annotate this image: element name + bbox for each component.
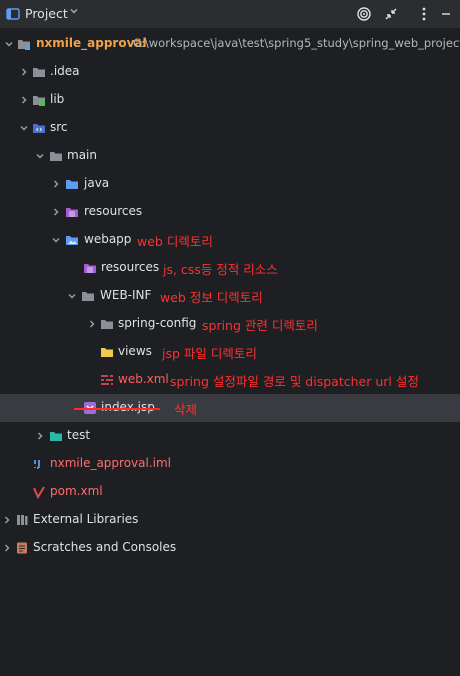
tree-row-pom[interactable]: pom.xml <box>0 478 460 506</box>
resources-folder-icon <box>65 205 79 219</box>
tree-row-external-libraries[interactable]: External Libraries <box>0 506 460 534</box>
tree-label-web-inf: WEB-INF <box>100 288 152 302</box>
tree-label-main: main <box>67 148 97 162</box>
tree-label-webapp-resources: resources <box>101 260 160 274</box>
chevron-right-icon[interactable] <box>1 534 13 562</box>
resources-folder-icon <box>83 261 97 275</box>
tree-row-webapp-resources[interactable]: resources js, css등 정적 리소스 <box>0 254 460 282</box>
tree-label-pom: pom.xml <box>50 484 103 498</box>
annotation-web-inf: web 정보 디렉토리 <box>160 290 263 305</box>
tree-row-web-inf[interactable]: WEB-INF web 정보 디렉토리 <box>0 282 460 310</box>
tree-row-idea[interactable]: .idea <box>0 58 460 86</box>
source-folder-icon <box>65 177 79 191</box>
tree-row-src[interactable]: src <box>0 114 460 142</box>
web-folder-icon <box>65 233 79 247</box>
root-name: nxmile_approval <box>36 36 147 50</box>
tree-label-webapp: webapp <box>84 232 132 246</box>
tree-label-lib: lib <box>50 92 65 106</box>
tree-label-web-xml: web.xml <box>118 372 169 386</box>
maven-file-icon <box>32 485 46 500</box>
chevron-down-icon[interactable] <box>50 226 62 254</box>
folder-icon <box>49 149 63 163</box>
tree-label-iml: nxmile_approval.iml <box>50 456 172 470</box>
root-path: C:\workspace\java\test\spring5_study\spr… <box>133 36 460 50</box>
tree-row-lib[interactable]: lib <box>0 86 460 114</box>
more-options-icon[interactable] <box>414 4 434 24</box>
tree-label-resources: resources <box>84 204 143 218</box>
tree-label-test: test <box>67 428 91 442</box>
project-panel-header: Project <box>0 0 460 28</box>
project-view-icon[interactable] <box>6 7 20 21</box>
tree-row-main[interactable]: main <box>0 142 460 170</box>
folder-icon <box>100 317 114 331</box>
tree-row-root[interactable]: nxmile_approval C:\workspace\java\test\s… <box>0 30 460 58</box>
tree-row-web-xml[interactable]: web.xml spring 설정파일 경로 및 dispatcher url … <box>0 366 460 394</box>
chevron-down-icon[interactable] <box>18 114 30 142</box>
scratches-icon <box>15 541 29 555</box>
strikethrough-line <box>74 408 160 410</box>
folder-icon <box>100 345 114 359</box>
annotation-webapp: web 디렉토리 <box>137 234 213 249</box>
annotation-delete: 삭제 <box>174 402 198 417</box>
tree-label-scratches: Scratches and Consoles <box>33 540 177 554</box>
chevron-right-icon[interactable] <box>50 198 62 226</box>
panel-title[interactable]: Project <box>25 6 68 21</box>
tree-label-idea: .idea <box>50 64 80 78</box>
folder-icon <box>32 65 46 79</box>
chevron-down-icon[interactable] <box>69 6 79 19</box>
chevron-right-icon[interactable] <box>1 506 13 534</box>
annotation-web-xml: spring 설정파일 경로 및 dispatcher url 설정 <box>170 374 419 389</box>
tree-label-src: src <box>50 120 68 134</box>
xml-file-icon <box>100 373 114 387</box>
source-folder-icon <box>32 121 46 135</box>
collapse-all-icon[interactable] <box>381 4 401 24</box>
chevron-right-icon[interactable] <box>86 310 98 338</box>
tree-label-java: java <box>84 176 110 190</box>
annotation-views: jsp 파일 디렉토리 <box>162 346 257 361</box>
tree-label-external-libraries: External Libraries <box>33 512 139 526</box>
library-folder-icon <box>32 93 46 107</box>
tree-row-iml[interactable]: nxmile_approval.iml <box>0 450 460 478</box>
chevron-right-icon[interactable] <box>50 170 62 198</box>
tree-label-spring-config: spring-config <box>118 316 197 330</box>
chevron-right-icon[interactable] <box>34 422 46 450</box>
chevron-down-icon[interactable] <box>66 282 78 310</box>
minimize-icon[interactable] <box>436 4 456 24</box>
tree-row-views[interactable]: views jsp 파일 디렉토리 <box>0 338 460 366</box>
annotation-resources: js, css등 정적 리소스 <box>163 262 278 277</box>
tree-label-views: views <box>118 344 152 358</box>
module-folder-icon <box>17 37 31 51</box>
tree-row-java[interactable]: java <box>0 170 460 198</box>
chevron-down-icon[interactable] <box>34 142 46 170</box>
tree-row-index-jsp[interactable]: index.jsp 삭제 <box>0 394 460 422</box>
tree-row-resources[interactable]: resources <box>0 198 460 226</box>
tree-row-test[interactable]: test <box>0 422 460 450</box>
tree-label-index-jsp: index.jsp <box>101 400 155 414</box>
chevron-right-icon[interactable] <box>18 86 30 114</box>
iml-file-icon <box>32 457 46 471</box>
chevron-down-icon[interactable] <box>3 30 15 58</box>
tree-row-scratches[interactable]: Scratches and Consoles <box>0 534 460 562</box>
test-folder-icon <box>49 429 63 443</box>
annotation-spring-config: spring 관련 디렉토리 <box>202 318 318 333</box>
locate-target-icon[interactable] <box>354 4 374 24</box>
tree-row-webapp[interactable]: webapp web 디렉토리 <box>0 226 460 254</box>
folder-icon <box>81 289 95 303</box>
chevron-right-icon[interactable] <box>18 58 30 86</box>
library-icon <box>15 513 29 527</box>
tree-row-spring-config[interactable]: spring-config spring 관련 디렉토리 <box>0 310 460 338</box>
